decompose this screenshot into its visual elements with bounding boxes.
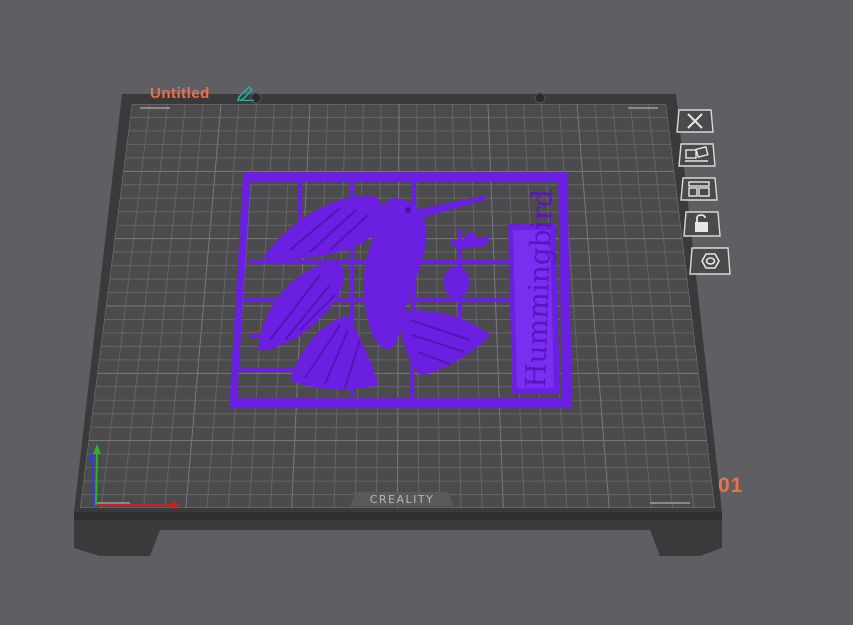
plate-name[interactable]: Untitled bbox=[150, 85, 210, 102]
lock-plate-button[interactable] bbox=[682, 210, 722, 238]
plate-index: 01 bbox=[718, 474, 744, 497]
bird-eye bbox=[405, 207, 411, 213]
build-plate-scene[interactable]: CREALITY Hummingbird bbox=[0, 0, 853, 625]
brand-label: CREALITY bbox=[370, 493, 435, 506]
bed-clip-right bbox=[534, 92, 546, 104]
auto-orient-button[interactable] bbox=[677, 142, 717, 168]
arrange-button[interactable] bbox=[679, 176, 719, 202]
plate-settings-button[interactable] bbox=[688, 246, 732, 276]
small-part-2 bbox=[443, 266, 469, 298]
model-label: Hummingbird bbox=[519, 188, 559, 388]
3d-viewport[interactable]: CREALITY Hummingbird Untitled 01 bbox=[0, 0, 853, 625]
delete-plate-button[interactable] bbox=[675, 108, 715, 134]
bed-front-edge bbox=[74, 512, 722, 520]
edit-name-icon[interactable] bbox=[236, 85, 256, 101]
plate-toolbar bbox=[672, 108, 736, 288]
